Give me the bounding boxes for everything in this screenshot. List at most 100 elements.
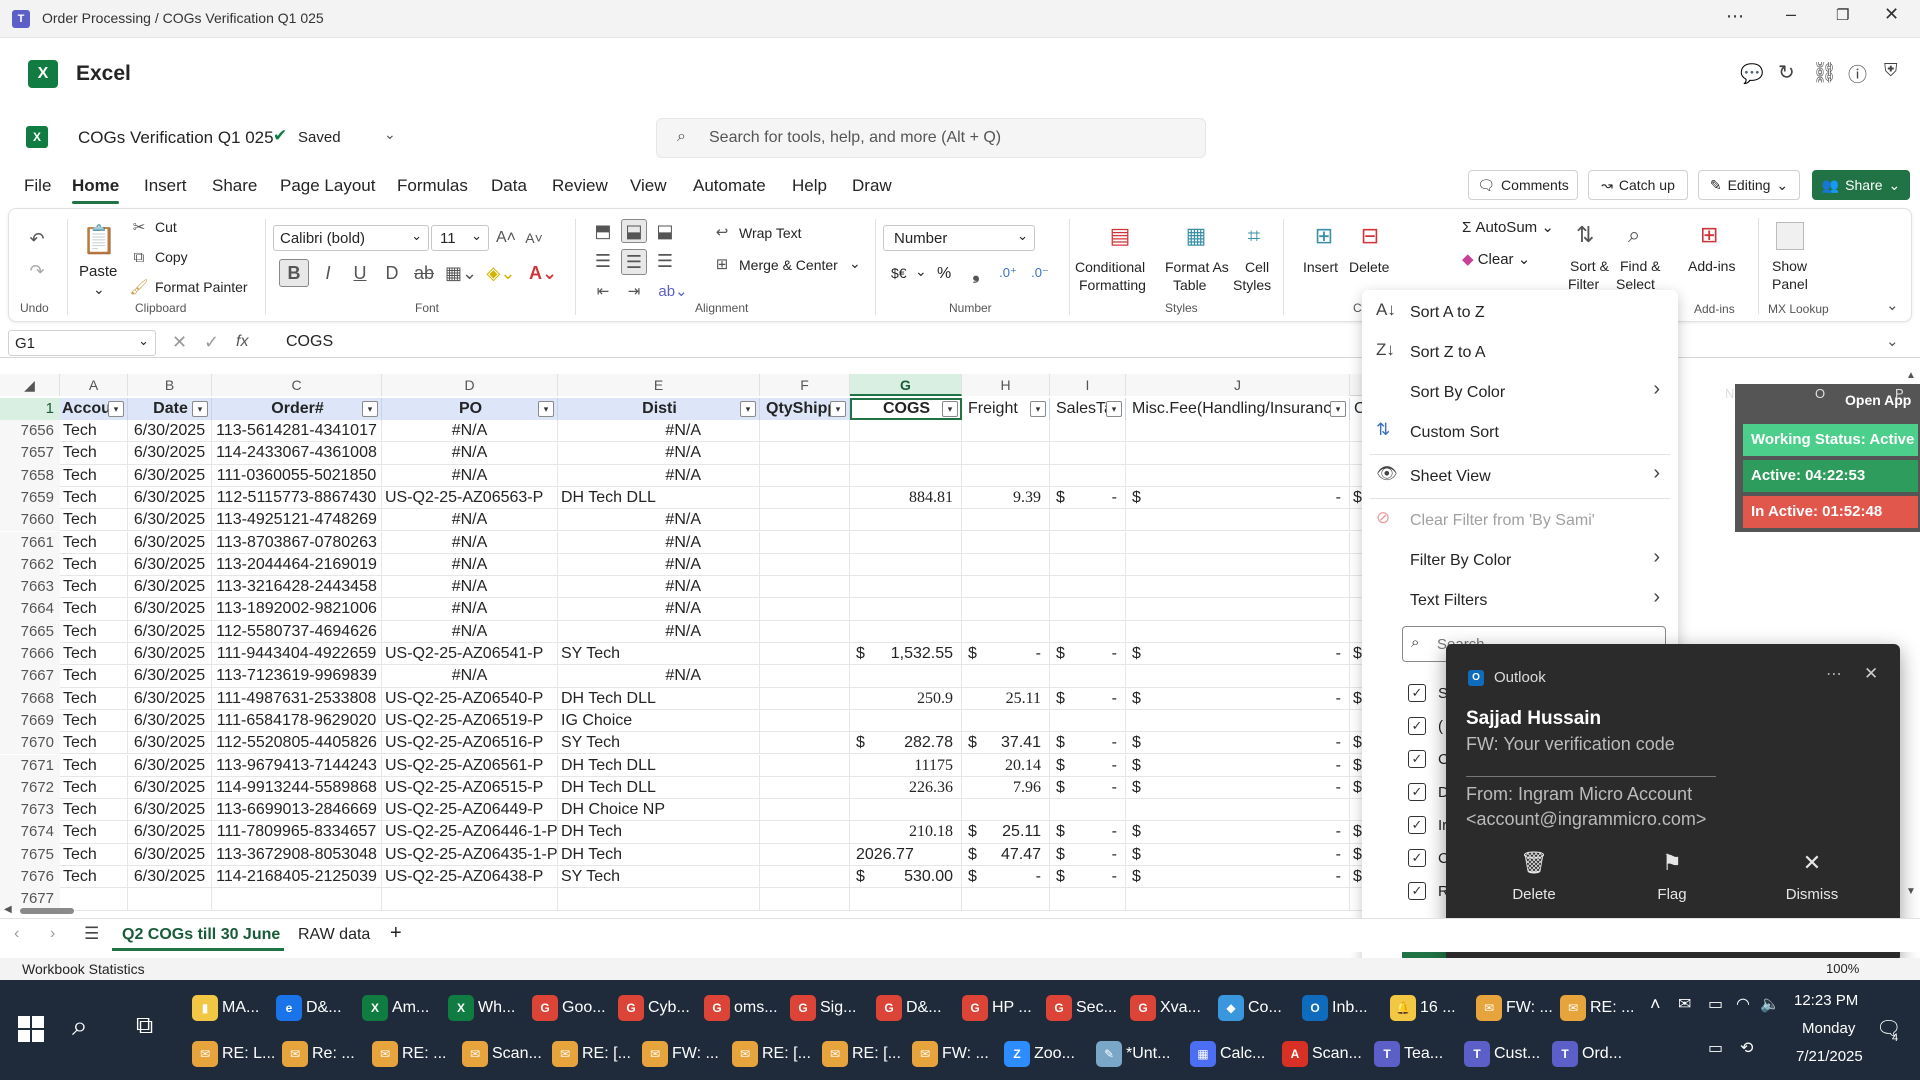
show-panel-icon[interactable] (1776, 222, 1804, 250)
cell-styles-icon[interactable]: ⌗ (1239, 221, 1269, 251)
column-header-a[interactable]: A (60, 374, 128, 396)
search-icon[interactable]: ⌕ (72, 1010, 88, 1043)
column-header-d[interactable]: D (382, 374, 558, 396)
find-select-icon[interactable]: ⌕ (1628, 222, 1640, 248)
taskbar-app-button[interactable]: ✉ Re: ... (282, 1032, 368, 1076)
tab-help[interactable]: Help (792, 176, 827, 196)
table-cell[interactable] (1050, 576, 1126, 599)
toast-flag-button[interactable]: ⚑ Flag (1612, 850, 1732, 903)
table-cell[interactable]: 113-3216428-2443458 (212, 576, 382, 599)
row-number[interactable]: 7671 (0, 754, 60, 777)
conditional-formatting-label-2[interactable]: Formatting (1079, 277, 1146, 293)
tab-view[interactable]: View (630, 176, 667, 196)
table-cell[interactable] (962, 620, 1050, 643)
row-number[interactable]: 7659 (0, 486, 60, 510)
outlook-notification[interactable]: O Outlook ⋯ ✕ Sajjad Hussain FW: Your ve… (1446, 644, 1900, 962)
maximize-icon[interactable]: ❐ (1836, 6, 1849, 24)
menu-clear-filter[interactable]: Clear Filter from 'By Sami' (1410, 512, 1595, 530)
table-cell[interactable]: 11175 (850, 754, 962, 777)
table-cell[interactable]: $ - (1050, 754, 1126, 777)
taskbar-app-button[interactable]: G Sig... (790, 986, 876, 1030)
table-cell[interactable]: Tech (60, 442, 128, 465)
table-cell[interactable]: $ - (962, 643, 1050, 666)
table-cell[interactable] (760, 799, 850, 822)
table-cell[interactable]: 6/30/2025 (128, 821, 212, 844)
table-cell[interactable]: 6/30/2025 (128, 687, 212, 710)
taskbar-app-button[interactable]: Z Zoo... (1004, 1032, 1090, 1076)
taskbar-app-button[interactable]: G HP ... (962, 986, 1048, 1030)
decrease-indent-icon[interactable]: ⇤ (591, 279, 615, 303)
table-cell[interactable]: #N/A (382, 464, 558, 487)
table-cell[interactable] (760, 754, 850, 777)
start-button-icon[interactable] (18, 1016, 44, 1042)
table-cell[interactable] (962, 442, 1050, 465)
table-cell[interactable] (1126, 620, 1350, 643)
task-view-icon[interactable]: ⧉ (136, 1012, 153, 1040)
taskbar-app-button[interactable]: X Am... (362, 986, 448, 1030)
filter-dropdown-icon[interactable]: ▾ (1030, 401, 1046, 417)
table-cell[interactable] (1126, 420, 1350, 443)
table-cell[interactable] (760, 442, 850, 465)
row-number[interactable]: 7666 (0, 643, 60, 666)
table-cell[interactable] (1126, 553, 1350, 577)
table-cell[interactable]: #N/A (558, 665, 760, 688)
table-cell[interactable]: 6/30/2025 (128, 776, 212, 800)
tab-home[interactable]: Home (72, 176, 120, 204)
clock-time[interactable]: 12:23 PM (1794, 992, 1858, 1009)
taskbar-app-button[interactable]: ✎ *Unt... (1096, 1032, 1182, 1076)
delete-cells-label[interactable]: Delete (1349, 259, 1389, 275)
table-cell[interactable]: US-Q2-25-AZ06519-P (382, 709, 558, 733)
table-cell[interactable]: $ - (962, 866, 1050, 889)
table-cell[interactable] (962, 509, 1050, 532)
table-cell[interactable]: #N/A (558, 576, 760, 599)
paste-label[interactable]: Paste (79, 263, 117, 280)
table-cell[interactable]: Tech (60, 843, 128, 866)
taskbar-app-button[interactable]: ✉ RE: [... (552, 1032, 638, 1076)
taskbar-app-button[interactable]: A Scan... (1282, 1032, 1368, 1076)
row-number-1[interactable]: 1 (0, 398, 60, 420)
increase-font-icon[interactable]: A˄ (495, 225, 517, 251)
filter-dropdown-icon[interactable]: ▾ (942, 401, 958, 417)
filter-dropdown-icon[interactable]: ▾ (192, 401, 208, 417)
table-cell[interactable]: SY Tech (558, 643, 760, 666)
table-cell[interactable]: IG Choice (558, 709, 760, 733)
taskbar-app-button[interactable]: ✉ RE: ... (372, 1032, 458, 1076)
table-cell[interactable]: $37.41 (962, 732, 1050, 755)
table-cell[interactable] (850, 464, 962, 487)
table-cell[interactable] (1126, 464, 1350, 487)
find-select-label[interactable]: Find & (1620, 258, 1660, 274)
table-cell[interactable] (760, 464, 850, 487)
borders-icon[interactable]: ▦⌄ (443, 259, 479, 287)
table-cell[interactable] (850, 620, 962, 643)
table-cell[interactable]: 113-2044464-2169019 (212, 553, 382, 577)
filter-dropdown-icon[interactable]: ▾ (538, 401, 554, 417)
table-cell[interactable]: Tech (60, 754, 128, 777)
show-panel-label[interactable]: Show (1772, 258, 1807, 274)
comma-style-icon[interactable]: ❟ (965, 261, 987, 285)
table-cell[interactable]: #N/A (382, 509, 558, 532)
zoom-level[interactable]: 100% (1826, 961, 1859, 976)
format-as-table-label-2[interactable]: Table (1173, 277, 1206, 293)
enter-icon[interactable]: ✓ (204, 332, 219, 353)
double-underline-icon[interactable]: D (379, 259, 405, 287)
refresh-icon[interactable]: ↻ (1778, 60, 1795, 85)
tab-draw[interactable]: Draw (852, 176, 892, 196)
table-cell[interactable]: #N/A (382, 576, 558, 599)
table-cell[interactable]: DH Tech DLL (558, 754, 760, 777)
table-cell[interactable]: 25.11 (962, 687, 1050, 710)
tray-wifi-icon[interactable]: ◠ (1736, 994, 1750, 1014)
info-icon[interactable]: ⓘ (1848, 60, 1867, 87)
row-number[interactable]: 7672 (0, 776, 60, 800)
taskbar-app-button[interactable]: e D&... (276, 986, 362, 1030)
table-cell[interactable]: Tech (60, 486, 128, 510)
table-cell[interactable]: $47.47 (962, 843, 1050, 866)
table-cell[interactable] (962, 576, 1050, 599)
checkbox[interactable]: ✓ (1408, 849, 1426, 867)
table-cell[interactable] (1050, 420, 1126, 443)
table-cell[interactable]: 7.96 (962, 776, 1050, 800)
tray-mail-icon[interactable]: ✉ (1678, 994, 1691, 1014)
table-cell[interactable]: $ - (1126, 754, 1350, 777)
taskbar-app-button[interactable]: ✉ Scan... (462, 1032, 548, 1076)
table-cell[interactable]: Tech (60, 821, 128, 844)
checkbox[interactable]: ✓ (1408, 816, 1426, 834)
